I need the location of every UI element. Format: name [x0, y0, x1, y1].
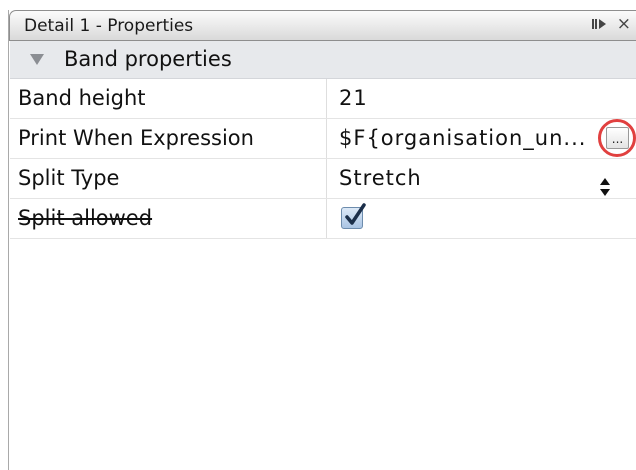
- properties-grid: Band height 21 Print When Expression $F{…: [10, 79, 636, 239]
- property-name: Print When Expression: [10, 119, 327, 158]
- property-row-split-allowed[interactable]: Split allowed: [10, 199, 636, 239]
- section-header-band-properties[interactable]: Band properties: [10, 41, 636, 79]
- band-height-text[interactable]: 21: [339, 79, 368, 118]
- window-titlebar: Detail 1 - Properties ×: [9, 10, 636, 41]
- property-row-band-height[interactable]: Band height 21: [10, 79, 636, 119]
- property-row-split-type[interactable]: Split Type Stretch: [10, 159, 636, 199]
- properties-window: Detail 1 - Properties × Band properties …: [8, 10, 636, 470]
- split-type-select[interactable]: Stretch: [327, 159, 636, 198]
- property-name: Split allowed: [10, 199, 327, 238]
- close-icon[interactable]: ×: [617, 16, 631, 33]
- spinner-icon[interactable]: [599, 170, 611, 196]
- split-allowed-value[interactable]: [327, 199, 636, 238]
- section-title: Band properties: [64, 47, 232, 71]
- property-row-print-when-expression[interactable]: Print When Expression $F{organisation_un…: [10, 119, 636, 159]
- window-controls: ×: [591, 16, 631, 33]
- maximize-icon[interactable]: [591, 16, 609, 32]
- property-name: Split Type: [10, 159, 327, 198]
- expression-editor-button[interactable]: ...: [606, 127, 629, 149]
- property-name: Band height: [10, 79, 327, 118]
- print-when-expression-value[interactable]: $F{organisation_un... ...: [327, 119, 636, 158]
- band-height-value[interactable]: 21: [327, 79, 636, 118]
- window-title: Detail 1 - Properties: [24, 16, 194, 36]
- checkmark-icon: [345, 203, 366, 225]
- expanded-triangle-icon[interactable]: [30, 54, 44, 65]
- split-type-text[interactable]: Stretch: [339, 159, 422, 198]
- print-when-expression-text[interactable]: $F{organisation_un...: [339, 119, 586, 158]
- split-allowed-checkbox[interactable]: [341, 203, 366, 229]
